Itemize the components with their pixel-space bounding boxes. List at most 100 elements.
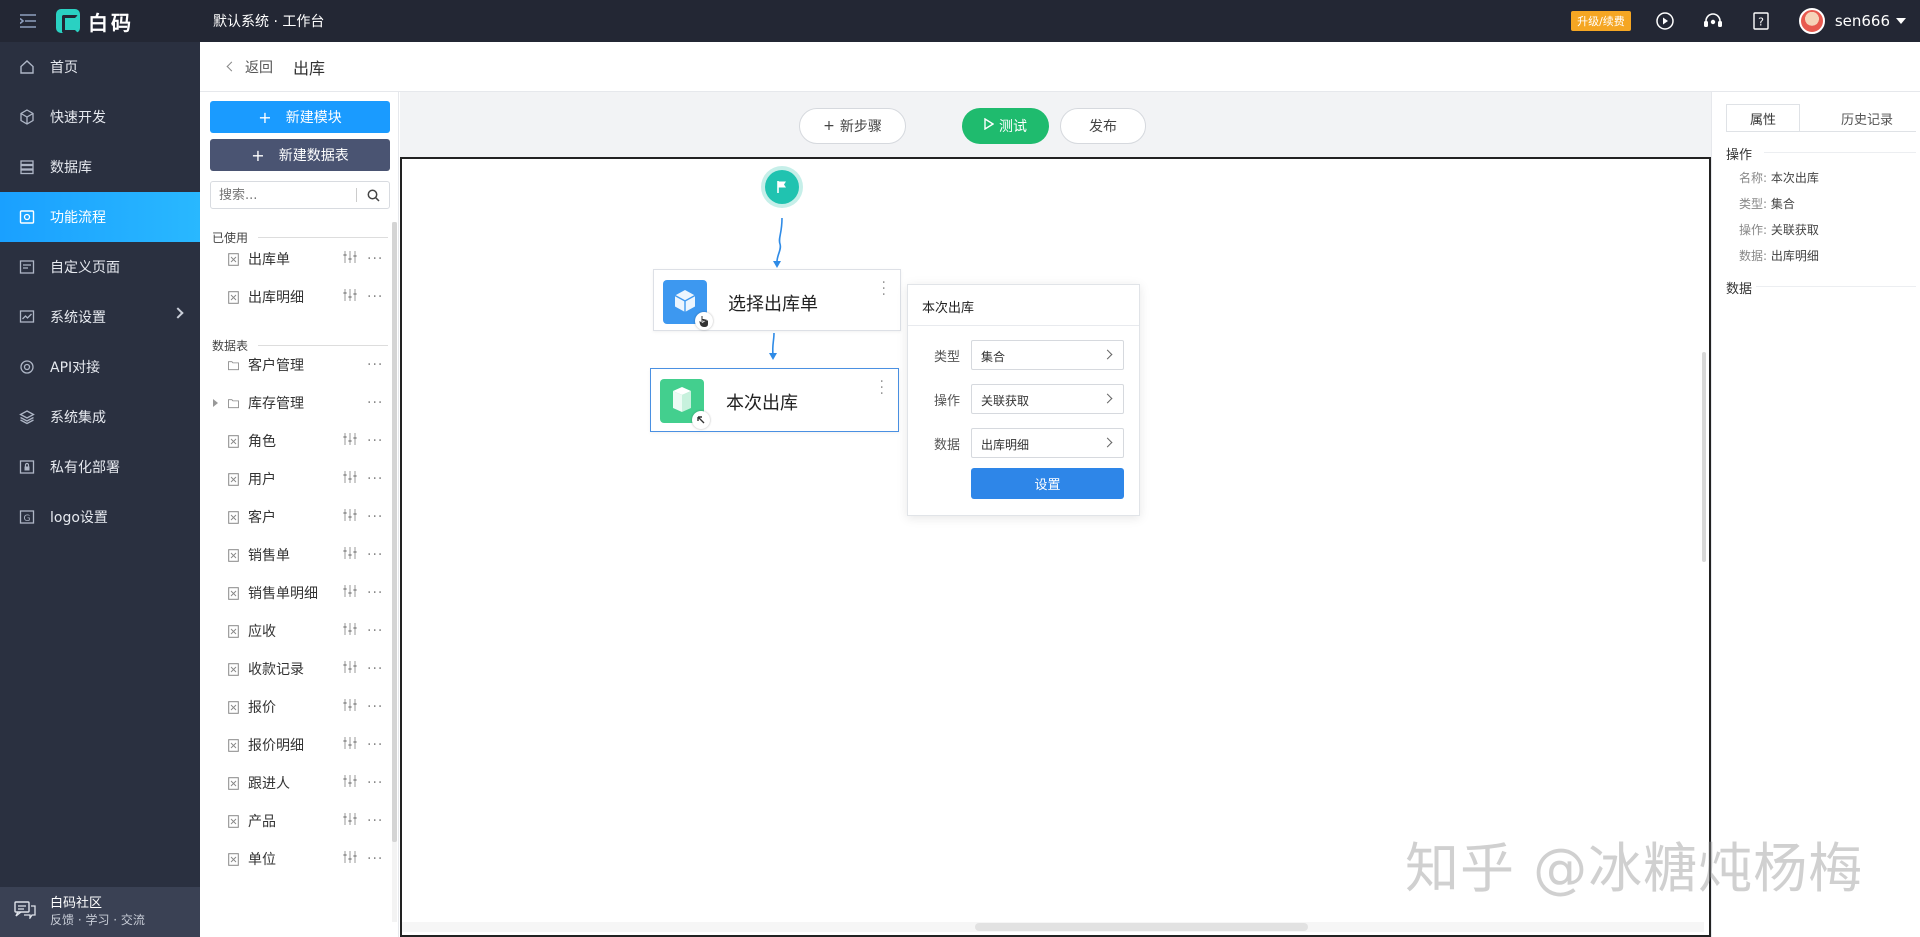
list-item-used[interactable]: 出库明细 ···: [200, 278, 390, 316]
sidebar-item-flow[interactable]: 功能流程: [0, 192, 200, 242]
table-list-item[interactable]: 客户 ···: [200, 498, 390, 536]
help-icon[interactable]: ?: [1751, 11, 1771, 31]
more-icon[interactable]: ···: [367, 775, 383, 791]
sidebar-item-logo-settings[interactable]: G logo设置: [0, 492, 200, 542]
node-more-icon[interactable]: · · ·: [882, 276, 886, 302]
expand-arrow-icon[interactable]: [213, 399, 218, 407]
menu-toggle-icon[interactable]: [0, 0, 56, 42]
more-icon[interactable]: ···: [367, 661, 383, 677]
prop-operation: 操作: 关联获取: [1739, 221, 1819, 238]
sidebar-item-home[interactable]: 首页: [0, 42, 200, 92]
new-table-button[interactable]: + 新建数据表: [210, 139, 390, 171]
canvas-vertical-scrollbar[interactable]: [1702, 352, 1706, 562]
table-list-item[interactable]: 单位 ···: [200, 840, 390, 878]
search-icon[interactable]: [357, 189, 389, 202]
file-icon: [228, 700, 239, 714]
table-list-item[interactable]: 用户 ···: [200, 460, 390, 498]
sidebar-item-custom-page[interactable]: 自定义页面: [0, 242, 200, 292]
adjust-icon[interactable]: [343, 623, 357, 639]
sidebar-item-integration[interactable]: 系统集成: [0, 392, 200, 442]
cube-node-icon: [663, 280, 713, 330]
back-link[interactable]: 返回: [245, 57, 273, 77]
user-menu-caret-icon[interactable]: [1896, 18, 1906, 24]
more-icon[interactable]: ···: [367, 471, 383, 487]
sidebar-item-quick-dev[interactable]: 快速开发: [0, 92, 200, 142]
more-icon[interactable]: ···: [367, 357, 383, 373]
adjust-icon[interactable]: [343, 585, 357, 601]
table-list-item[interactable]: 应收 ···: [200, 612, 390, 650]
list-item-label: 销售单明细: [248, 586, 318, 602]
start-flag-node[interactable]: [765, 170, 799, 204]
back-arrow-icon[interactable]: [226, 61, 237, 72]
adjust-icon[interactable]: [343, 471, 357, 487]
folder-item[interactable]: 客户管理 ···: [200, 346, 390, 384]
sidebar-item-system-settings[interactable]: 系统设置: [0, 292, 200, 342]
table-list-item[interactable]: 报价明细 ···: [200, 726, 390, 764]
module-scrollbar[interactable]: [392, 222, 397, 842]
more-icon[interactable]: ···: [367, 851, 383, 867]
adjust-icon[interactable]: [343, 509, 357, 525]
new-module-button[interactable]: + 新建模块: [210, 101, 390, 133]
more-icon[interactable]: ···: [367, 395, 383, 411]
table-list-item[interactable]: 销售单 ···: [200, 536, 390, 574]
folder-item[interactable]: 库存管理 ···: [200, 384, 390, 422]
support-headset-icon[interactable]: [1703, 11, 1723, 31]
canvas-horizontal-scrollbar[interactable]: [975, 923, 1308, 931]
more-icon[interactable]: ···: [367, 509, 383, 525]
sidebar-item-private-deploy[interactable]: 私有化部署: [0, 442, 200, 492]
user-name[interactable]: sen666: [1835, 12, 1890, 30]
adjust-icon[interactable]: [343, 661, 357, 677]
section-operation-title: 操作: [1726, 148, 1753, 163]
more-icon[interactable]: ···: [367, 813, 383, 829]
adjust-icon[interactable]: [343, 737, 357, 753]
adjust-icon[interactable]: [343, 851, 357, 867]
tab-history[interactable]: 历史记录: [1818, 104, 1916, 132]
user-avatar[interactable]: [1798, 8, 1825, 34]
sidebar-item-database[interactable]: 数据库: [0, 142, 200, 192]
adjust-icon[interactable]: [343, 433, 357, 449]
test-button[interactable]: 测试: [962, 108, 1049, 144]
adjust-icon[interactable]: [343, 547, 357, 563]
play-icon: [984, 117, 995, 134]
table-list-item[interactable]: 产品 ···: [200, 802, 390, 840]
table-list-item[interactable]: 销售单明细 ···: [200, 574, 390, 612]
adjust-icon[interactable]: [343, 775, 357, 791]
operation-select[interactable]: 关联获取: [971, 384, 1124, 414]
more-icon[interactable]: ···: [367, 699, 383, 715]
settings-button[interactable]: 设置: [971, 468, 1124, 499]
logo[interactable]: 白码: [56, 0, 200, 42]
flow-canvas[interactable]: [400, 157, 1711, 937]
flow-node[interactable]: 选择出库单 · · ·: [653, 269, 901, 331]
more-icon[interactable]: ···: [367, 547, 383, 563]
more-icon[interactable]: ···: [367, 585, 383, 601]
adjust-icon[interactable]: [343, 289, 357, 305]
publish-button[interactable]: 发布: [1060, 108, 1146, 144]
more-icon[interactable]: ···: [367, 433, 383, 449]
table-list-item[interactable]: 跟进人 ···: [200, 764, 390, 802]
sidebar-item-api[interactable]: API对接: [0, 342, 200, 392]
more-icon[interactable]: ···: [367, 289, 383, 305]
more-icon[interactable]: ···: [367, 737, 383, 753]
more-icon[interactable]: ···: [367, 623, 383, 639]
new-step-button[interactable]: + 新步骤: [799, 108, 906, 144]
play-tutorial-icon[interactable]: [1655, 11, 1675, 31]
community-link[interactable]: 白码社区 反馈 · 学习 · 交流: [0, 887, 200, 937]
data-select[interactable]: 出库明细: [971, 428, 1124, 458]
tab-properties[interactable]: 属性: [1726, 104, 1800, 132]
table-list-item[interactable]: 报价 ···: [200, 688, 390, 726]
adjust-icon[interactable]: [343, 813, 357, 829]
adjust-icon[interactable]: [343, 251, 357, 267]
table-list-item[interactable]: 收款记录 ···: [200, 650, 390, 688]
operation-value: 关联获取: [981, 394, 1030, 408]
type-select[interactable]: 集合: [971, 340, 1124, 370]
list-item-used[interactable]: 出库单 ···: [200, 240, 390, 278]
upgrade-button[interactable]: 升级/续费: [1571, 11, 1631, 31]
plus-icon: +: [258, 107, 272, 127]
flow-node-selected[interactable]: 本次出库 · · ·: [650, 368, 899, 432]
list-item-label: 出库明细: [248, 290, 304, 306]
node-more-icon[interactable]: · · ·: [880, 375, 884, 401]
search-input[interactable]: [211, 182, 356, 208]
more-icon[interactable]: ···: [367, 251, 383, 267]
table-list-item[interactable]: 角色 ···: [200, 422, 390, 460]
adjust-icon[interactable]: [343, 699, 357, 715]
